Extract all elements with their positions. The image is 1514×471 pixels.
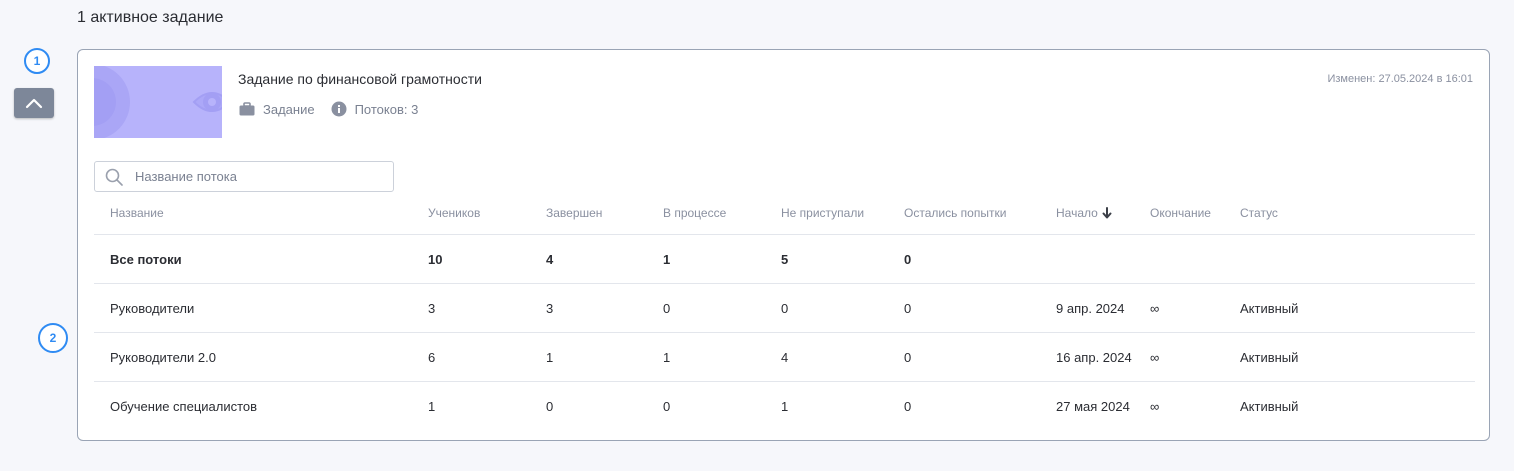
search-input[interactable] xyxy=(133,168,387,185)
step-marker-1: 1 xyxy=(24,48,50,74)
cell-completed: 3 xyxy=(546,283,663,333)
cell-in-progress: 1 xyxy=(663,332,781,382)
cell-status: Активный xyxy=(1240,332,1475,382)
col-header-end[interactable]: Окончание xyxy=(1150,192,1240,235)
modified-date: Изменен: 27.05.2024 в 16:01 xyxy=(1327,73,1473,85)
table-header-row: Название Учеников Завершен В процессе Не… xyxy=(94,192,1475,235)
cell-completed: 4 xyxy=(546,234,663,284)
task-title[interactable]: Задание по финансовой грамотности xyxy=(238,71,482,87)
cell-start: 27 мая 2024 xyxy=(1056,398,1130,414)
cell-not-started: 5 xyxy=(781,234,904,284)
cell-students: 3 xyxy=(428,283,546,333)
cell-students: 10 xyxy=(428,234,546,284)
cell-in-progress: 1 xyxy=(663,234,781,284)
cell-status: Активный xyxy=(1240,283,1475,333)
search-icon xyxy=(105,168,123,186)
col-header-completed[interactable]: Завершен xyxy=(546,192,663,235)
col-header-not-started[interactable]: Не приступали xyxy=(781,192,904,235)
cell-start: 16 апр. 2024 xyxy=(1056,332,1150,382)
cell-end: ∞ xyxy=(1150,283,1240,333)
cell-name: Обучение специалистов xyxy=(110,398,258,414)
task-thumbnail[interactable] xyxy=(94,66,222,138)
cell-status xyxy=(1240,234,1475,284)
col-header-start[interactable]: Начало xyxy=(1056,192,1150,235)
chevron-up-icon xyxy=(25,98,43,109)
col-header-in-progress[interactable]: В процессе xyxy=(663,192,781,235)
cell-not-started: 4 xyxy=(781,332,904,382)
task-type-label: Задание xyxy=(263,101,315,117)
cell-name: Руководители 2.0 xyxy=(94,332,428,382)
section-title: 1 активное задание xyxy=(77,9,224,26)
cell-in-progress: 0 xyxy=(663,283,781,333)
table-row-total[interactable]: Все потоки 10 4 1 5 0 xyxy=(94,234,1475,284)
table-row[interactable]: Руководители 3 3 0 0 0 9 апр. 2024 ∞ Акт… xyxy=(94,283,1475,333)
task-card: Задание по финансовой грамотности Задани… xyxy=(77,49,1490,441)
cell-in-progress: 0 xyxy=(663,398,671,414)
task-meta: Задание Потоков: 3 xyxy=(239,101,434,117)
cell-completed: 0 xyxy=(546,398,554,414)
cell-end xyxy=(1150,234,1240,284)
table-row[interactable]: Обучение специалистов 1 0 0 1 0 27 мая 2… xyxy=(94,382,1475,431)
cell-attempts-left: 0 xyxy=(904,234,1056,284)
col-header-attempts-left[interactable]: Остались попытки xyxy=(904,192,1056,235)
cell-students: 1 xyxy=(428,398,436,414)
cell-end: ∞ xyxy=(1150,398,1160,414)
col-header-students[interactable]: Учеников xyxy=(428,192,546,235)
table-row[interactable]: Руководители 2.0 6 1 1 4 0 16 апр. 2024 … xyxy=(94,332,1475,382)
cell-completed: 1 xyxy=(546,332,663,382)
cell-start: 9 апр. 2024 xyxy=(1056,283,1150,333)
step-marker-2: 2 xyxy=(38,323,68,353)
col-header-status[interactable]: Статус xyxy=(1240,192,1475,235)
cell-students: 6 xyxy=(428,332,546,382)
cell-attempts-left: 0 xyxy=(904,332,1056,382)
cell-not-started: 0 xyxy=(781,283,904,333)
collapse-button[interactable] xyxy=(14,88,54,118)
cell-start xyxy=(1056,234,1150,284)
task-type: Задание xyxy=(239,102,315,117)
task-streams: Потоков: 3 xyxy=(331,101,419,117)
cell-attempts-left: 0 xyxy=(904,398,912,414)
col-header-name[interactable]: Название xyxy=(94,192,428,235)
cell-name: Все потоки xyxy=(94,234,428,284)
info-icon xyxy=(331,101,347,117)
briefcase-icon xyxy=(239,102,255,116)
task-streams-label: Потоков: 3 xyxy=(354,101,419,117)
stream-search[interactable] xyxy=(94,161,394,192)
cell-end: ∞ xyxy=(1150,332,1240,382)
cell-not-started: 1 xyxy=(781,398,789,414)
arrow-down-icon xyxy=(1102,207,1112,219)
cell-status: Активный xyxy=(1240,398,1299,414)
cell-name: Руководители xyxy=(94,283,428,333)
col-header-start-label: Начало xyxy=(1056,206,1098,220)
thumbnail-pattern xyxy=(94,66,222,138)
streams-table: Название Учеников Завершен В процессе Не… xyxy=(94,192,1475,430)
cell-attempts-left: 0 xyxy=(904,283,1056,333)
